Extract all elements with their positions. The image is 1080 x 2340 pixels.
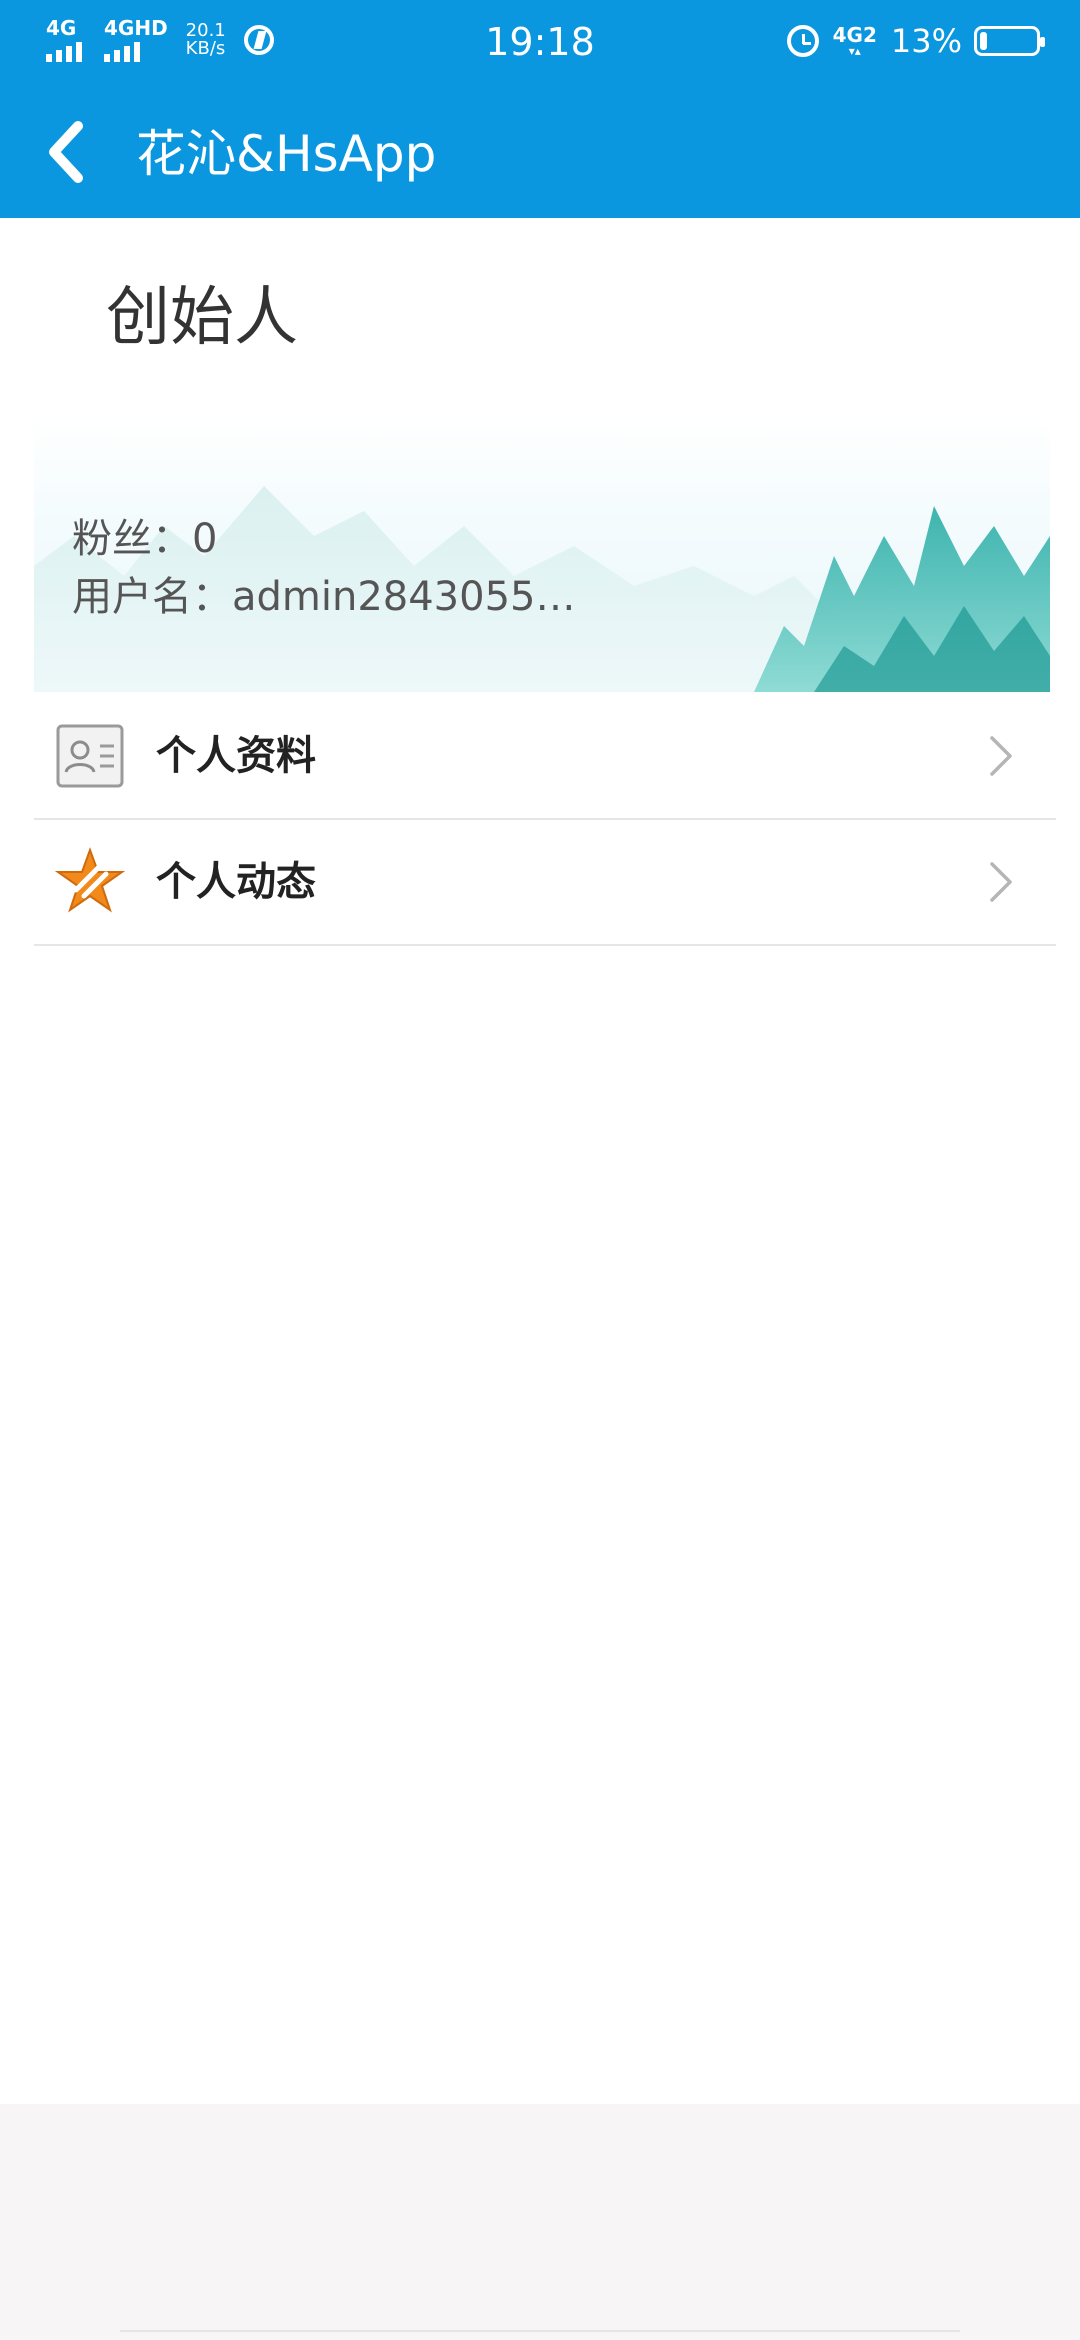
app-bar: 花沁&HsApp bbox=[0, 84, 1080, 218]
star-dynamic-icon bbox=[54, 847, 126, 913]
menu-item-label: 个人资料 bbox=[156, 733, 316, 779]
fans-count: 粉丝：0 bbox=[72, 516, 218, 562]
battery-level-fill bbox=[980, 32, 987, 50]
menu-item-label: 个人动态 bbox=[156, 859, 316, 905]
network-type: 4G2 ▾▴ bbox=[833, 25, 877, 57]
chevron-right-icon bbox=[990, 736, 1012, 776]
chevron-right-icon bbox=[990, 862, 1012, 902]
back-arrow-icon bbox=[49, 121, 83, 183]
app-title: 花沁&HsApp bbox=[136, 125, 437, 183]
status-right: 4G2 ▾▴ 13% bbox=[786, 22, 1045, 60]
back-button[interactable] bbox=[30, 112, 110, 192]
menu-item-profile[interactable]: 个人资料 bbox=[34, 694, 1056, 820]
alarm-icon bbox=[786, 25, 819, 57]
username: 用户名：admin2843055… bbox=[72, 574, 576, 620]
battery-percent: 13% bbox=[890, 22, 962, 60]
profile-title: 创始人 bbox=[106, 281, 298, 355]
bottom-area bbox=[0, 2104, 1080, 2340]
bottom-divider bbox=[120, 2330, 960, 2332]
battery-icon bbox=[974, 26, 1045, 56]
status-bar: 4G 4GHD 20.1 KB/s 19:18 4G2 ▾▴ 13% bbox=[0, 0, 1080, 84]
menu-item-dynamic[interactable]: 个人动态 bbox=[34, 820, 1056, 946]
profile-card-icon bbox=[56, 724, 124, 788]
